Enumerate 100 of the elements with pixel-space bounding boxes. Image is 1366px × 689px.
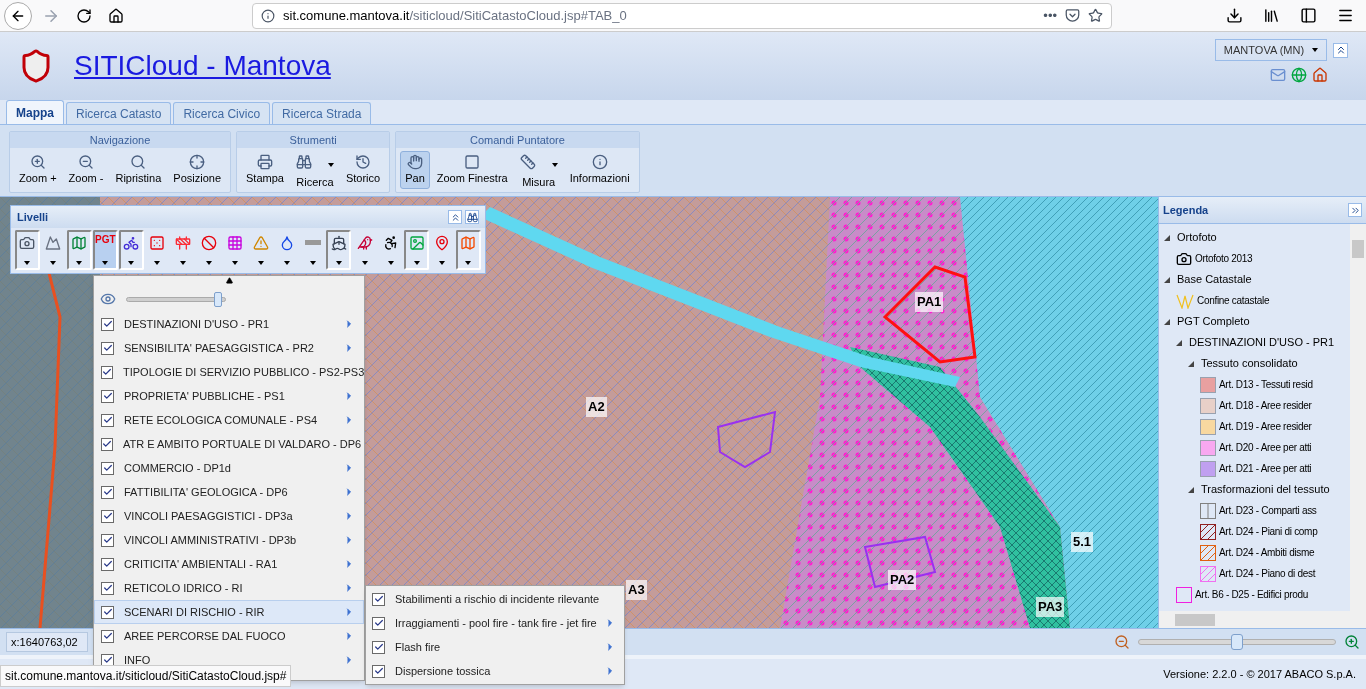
checkbox[interactable] (101, 317, 114, 331)
more-button[interactable]: ••• (1043, 5, 1057, 26)
tab[interactable]: Ricerca Strada (272, 102, 372, 124)
checkbox[interactable] (101, 509, 114, 523)
reload-icon[interactable] (76, 7, 92, 24)
checkbox[interactable] (101, 389, 114, 403)
menu-item[interactable]: TIPOLOGIE DI SERVIZIO PUBBLICO - PS2-PS3 (94, 360, 364, 384)
expand-triangle-icon[interactable] (1176, 339, 1182, 346)
layer-button[interactable] (326, 230, 352, 270)
star-icon[interactable] (1088, 8, 1103, 23)
slider-thumb[interactable] (1231, 634, 1243, 650)
site-title-link[interactable]: SITICloud - Mantova (74, 45, 331, 87)
menu-item[interactable]: RETICOLO IDRICO - RI (94, 576, 364, 600)
menu-item[interactable]: Stabilimenti a rischio di incidente rilevante (366, 587, 624, 611)
menu-item[interactable]: VINCOLI AMMINISTRATIVI - DP3b (94, 528, 364, 552)
pocket-icon[interactable] (1065, 8, 1080, 23)
checkbox[interactable] (101, 413, 114, 427)
legend-group-label[interactable]: Base Catastale (1177, 271, 1252, 288)
boat-icon (330, 235, 347, 251)
menu-item[interactable]: AREE PERCORSE DAL FUOCO (94, 624, 364, 648)
tool-button[interactable]: Informazioni (564, 151, 635, 189)
expand-triangle-icon[interactable] (1164, 234, 1170, 241)
tool-button[interactable]: Misura (514, 151, 563, 189)
menu-item[interactable]: Irraggiamenti - pool fire - tank fire - jet fire (366, 611, 624, 635)
info-icon[interactable] (261, 8, 275, 23)
menu-item-label: Dispersione tossica (395, 663, 492, 679)
address-bar[interactable]: sit.comune.mantova.it/siticloud/SitiCatastoCloud.jsp#TAB_0 ••• (252, 2, 1112, 29)
layer-button[interactable] (118, 230, 144, 270)
slider-thumb[interactable] (214, 291, 223, 307)
binoculars-button[interactable] (465, 210, 479, 224)
tool-button[interactable]: Stampa (241, 151, 289, 189)
tab[interactable]: Mappa (6, 100, 64, 124)
checkbox[interactable] (101, 581, 114, 595)
legend-group-label[interactable]: Ortofoto (1177, 229, 1217, 246)
tool-button[interactable]: Posizione (168, 151, 226, 189)
checkbox[interactable] (372, 616, 385, 630)
tool-button[interactable]: Storico (340, 151, 386, 189)
municipality-dropdown[interactable]: MANTOVA (MN) (1215, 39, 1327, 61)
menu-icon[interactable] (1337, 7, 1354, 24)
menu-item[interactable]: CRITICITA' AMBIENTALI - RA1 (94, 552, 364, 576)
zoom-in-icon[interactable] (1344, 634, 1360, 650)
expand-triangle-icon[interactable] (1164, 318, 1170, 325)
sidebar-icon[interactable] (1300, 7, 1317, 24)
menu-item[interactable]: DESTINAZIONI D'USO - PR1 (94, 312, 364, 336)
checkbox[interactable] (101, 461, 114, 475)
expand-triangle-icon[interactable] (1188, 360, 1194, 367)
menu-item-label: SCENARI DI RISCHIO - RIR (124, 604, 266, 620)
checkbox[interactable] (101, 629, 114, 643)
layer-button[interactable] (15, 230, 40, 270)
tab[interactable]: Ricerca Civico (173, 102, 271, 124)
menu-item[interactable]: PROPRIETA' PUBBLICHE - PS1 (94, 384, 364, 408)
checkbox[interactable] (101, 485, 114, 499)
menu-item[interactable]: VINCOLI PAESAGGISTICI - DP3a (94, 504, 364, 528)
layer-badge-text: PGT (95, 235, 116, 245)
zoom-out-icon[interactable] (1114, 634, 1130, 650)
tool-button[interactable]: Ricerca (290, 151, 339, 189)
map-label: A2 (586, 397, 607, 417)
checkbox[interactable] (101, 557, 114, 571)
checkbox[interactable] (372, 640, 385, 654)
checkbox[interactable] (372, 664, 385, 678)
tool-button[interactable]: Pan (400, 151, 430, 189)
checkbox[interactable] (101, 605, 114, 619)
tool-button[interactable]: Zoom - (63, 151, 109, 189)
caret-icon (413, 261, 420, 265)
tab[interactable]: Ricerca Catasto (66, 102, 172, 124)
scrollbar[interactable] (1350, 224, 1366, 611)
expand-triangle-icon[interactable] (1164, 276, 1170, 283)
tool-button[interactable]: Zoom Finestra (431, 151, 513, 189)
expand-triangle-icon[interactable] (1188, 486, 1194, 493)
expand-button[interactable] (1348, 203, 1362, 217)
tool-button[interactable]: Zoom + (14, 151, 62, 189)
menu-item[interactable]: ATR E AMBITO PORTUALE DI VALDARO - DP6 (94, 432, 364, 456)
library-icon[interactable] (1263, 7, 1280, 24)
legend-group-label[interactable]: PGT Completo (1177, 313, 1250, 330)
menu-item[interactable]: RETE ECOLOGICA COMUNALE - PS4 (94, 408, 364, 432)
checkbox[interactable] (101, 533, 114, 547)
scrollbar[interactable] (1159, 611, 1366, 628)
legend-group-label[interactable]: Trasformazioni del tessuto (1201, 481, 1330, 498)
menu-item[interactable]: FATTIBILITA' GEOLOGICA - DP6 (94, 480, 364, 504)
menu-item[interactable]: Flash fire (366, 635, 624, 659)
checkbox[interactable] (372, 592, 385, 606)
tool-button[interactable]: Ripristina (110, 151, 167, 189)
picture-icon (408, 235, 425, 251)
checkbox[interactable] (101, 341, 114, 355)
menu-item-label: PROPRIETA' PUBBLICHE - PS1 (124, 388, 286, 404)
menu-item[interactable]: Dispersione tossica (366, 659, 624, 683)
collapse-button[interactable] (1333, 42, 1348, 58)
checkbox[interactable] (101, 437, 113, 451)
menu-item[interactable]: COMMERCIO - DP1d (94, 456, 364, 480)
legend-group-label[interactable]: Tessuto consolidato (1201, 355, 1298, 372)
menu-item[interactable]: SENSIBILITA' PAESAGGISTICA - PR2 (94, 336, 364, 360)
menu-item[interactable]: SCENARI DI RISCHIO - RIR (94, 600, 364, 624)
back-button[interactable] (4, 1, 32, 30)
legend-item-label: Art. D20 - Aree per atti (1219, 441, 1312, 455)
legend-group-label[interactable]: DESTINAZIONI D'USO - PR1 (1189, 334, 1335, 351)
collapse-button[interactable] (448, 210, 462, 224)
scroll-up-icon[interactable] (225, 277, 233, 284)
home-icon[interactable] (108, 7, 124, 24)
download-icon[interactable] (1226, 7, 1243, 24)
checkbox[interactable] (101, 365, 113, 379)
